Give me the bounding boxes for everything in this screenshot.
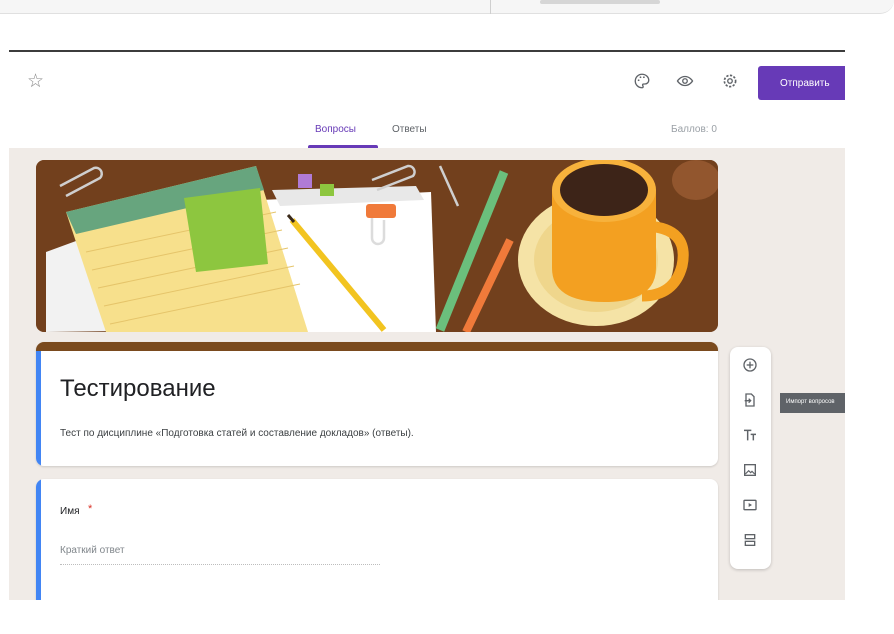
import-svg — [744, 393, 755, 407]
import-icon[interactable] — [740, 392, 760, 412]
form-title-card[interactable]: Тестирование Тест по дисциплине «Подгото… — [36, 342, 718, 466]
palette-icon-svg — [634, 73, 650, 89]
strip-placeholder — [540, 0, 660, 4]
question-card[interactable]: Имя * Краткий ответ — [36, 479, 718, 600]
eye-icon[interactable] — [675, 72, 695, 92]
palette-icon[interactable] — [632, 72, 652, 92]
forms-editor-window: ☆ Отправить Вопросы Ответы Баллов: 0 Тес… — [9, 50, 845, 600]
editor-tabs: Вопросы Ответы Баллов: 0 — [9, 118, 845, 148]
gear-icon[interactable] — [720, 72, 740, 92]
image-svg — [744, 464, 756, 476]
video-svg — [743, 499, 757, 511]
send-button[interactable]: Отправить — [758, 66, 845, 100]
background-window-strip — [0, 0, 894, 14]
tooltip: Импорт вопросов — [780, 393, 845, 413]
points-label: Баллов: 0 — [671, 124, 717, 135]
section-svg — [744, 534, 756, 546]
strip-divider — [490, 0, 491, 14]
image-icon[interactable] — [740, 462, 760, 482]
form-title[interactable]: Тестирование — [60, 375, 216, 403]
editor-toolbar: ☆ Отправить — [9, 52, 845, 118]
gear-icon-svg — [723, 74, 737, 88]
eye-icon-svg — [676, 75, 694, 87]
text-title-icon[interactable] — [740, 427, 760, 447]
header-banner-image — [36, 160, 718, 332]
form-description[interactable]: Тест по дисциплине «Подготовка статей и … — [60, 428, 414, 439]
banner-illustration — [36, 160, 718, 332]
add-item-panel — [730, 347, 771, 569]
question-label[interactable]: Имя — [60, 506, 79, 517]
focus-indicator — [36, 351, 41, 466]
form-canvas: Тестирование Тест по дисциплине «Подгото… — [9, 148, 845, 600]
tab-questions[interactable]: Вопросы — [315, 124, 356, 135]
short-answer-placeholder: Краткий ответ — [60, 543, 380, 565]
screenshot-frame: ☆ Отправить Вопросы Ответы Баллов: 0 Тес… — [0, 0, 894, 634]
video-icon[interactable] — [740, 497, 760, 517]
required-asterisk: * — [88, 503, 93, 515]
plus-circle-svg — [743, 358, 757, 372]
section-icon[interactable] — [740, 532, 760, 552]
question-focus-indicator — [36, 479, 41, 600]
star-icon[interactable]: ☆ — [27, 70, 44, 93]
text-title-svg — [744, 429, 756, 441]
plus-circle-icon[interactable] — [740, 357, 760, 377]
tab-responses[interactable]: Ответы — [392, 124, 427, 135]
